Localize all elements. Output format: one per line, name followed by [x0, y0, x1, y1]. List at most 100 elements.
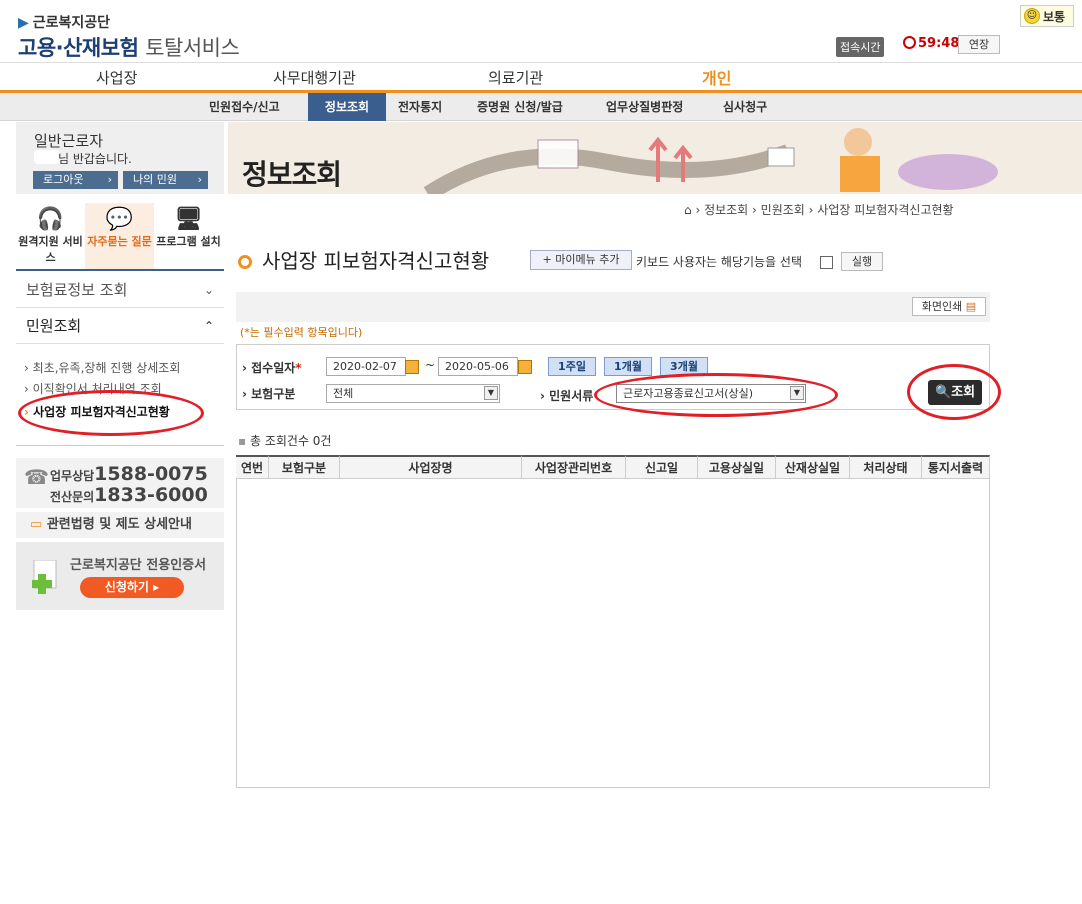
play-icon: ▸ — [153, 580, 160, 594]
doc-label-text: 민원서류 — [549, 389, 594, 403]
service-main: 고용·산재보험 — [18, 36, 139, 60]
phone-icon: ☎ — [24, 465, 49, 489]
mood-label: 보통 — [1043, 9, 1066, 24]
service-sub: 토탈서비스 — [145, 36, 240, 60]
page-banner — [228, 122, 1082, 194]
breadcrumb-item[interactable]: 민원조회 — [761, 203, 805, 217]
col-header-workplace-number: 사업장관리번호 — [522, 455, 626, 479]
annotation-circle — [594, 373, 838, 417]
menu-label: 보험료정보 조회 — [26, 281, 128, 299]
phone-label: 전산문의 — [50, 490, 95, 504]
print-bar — [236, 292, 990, 322]
run-button[interactable]: 실행 — [841, 252, 883, 271]
period-1month-button[interactable]: 1개월 — [604, 357, 652, 376]
phone-number: 1588-0075 — [94, 463, 208, 485]
quick-label: 프로그램 설치 — [156, 235, 221, 248]
sub-nav-info-inquiry[interactable]: 정보조회 — [308, 93, 386, 121]
chevron-down-icon: ⌄ — [203, 283, 214, 297]
sub-nav-disease-judgment[interactable]: 업무상질병판정 — [596, 93, 693, 121]
extend-session-button[interactable]: 연장 — [958, 35, 1000, 54]
print-label: 화면인쇄 — [921, 300, 963, 313]
menu-civil-inquiry[interactable]: 민원조회 ⌃ — [16, 308, 224, 344]
clock-icon — [903, 36, 916, 49]
law-guide-link[interactable]: ▭ 관련법령 및 제도 상세안내 — [16, 512, 224, 538]
chat-icon: 💬 — [105, 207, 134, 232]
cert-button-label: 신청하기 — [104, 580, 149, 594]
top-nav-medical[interactable]: 의료기관 — [488, 67, 543, 88]
page-title: 정보조회 — [242, 158, 342, 191]
sub-nav-certificate[interactable]: 증명원 신청/발급 — [467, 93, 573, 121]
calendar-icon[interactable] — [518, 360, 532, 374]
circle-bullet-icon — [238, 255, 252, 269]
top-nav-agency[interactable]: 사무대행기관 — [273, 67, 356, 88]
date-to-input[interactable]: 2020-05-06 — [438, 357, 518, 376]
period-1week-button[interactable]: 1주일 — [548, 357, 596, 376]
breadcrumb-item: 사업장 피보험자격신고현황 — [817, 203, 954, 217]
menu-insurance-info[interactable]: 보험료정보 조회 ⌄ — [16, 272, 224, 308]
session-label: 접속시간 — [836, 37, 885, 57]
sidebar-item-progress-detail[interactable]: › 최초,유족,장해 진행 상세조회 — [24, 359, 180, 376]
sub-nav-civil-filing[interactable]: 민원접수/신고 — [199, 93, 290, 121]
certificate-apply-button[interactable]: 신청하기 ▸ — [80, 577, 184, 598]
insurance-select[interactable]: 전체 — [326, 384, 500, 403]
mood-widget[interactable]: ☺ 보통 — [1020, 5, 1074, 27]
phone-line-1: 업무상담1588-0075 — [50, 463, 208, 485]
chevron-down-icon[interactable]: ▼ — [484, 386, 498, 400]
banner-illustration-icon — [423, 128, 998, 194]
total-count: ▪ 총 조회건수 0건 — [238, 432, 331, 449]
required-note: (*는 필수입력 항목입니다) — [240, 326, 363, 339]
section-title-text: 사업장 피보험자격신고현황 — [262, 249, 490, 273]
quick-program-install[interactable]: 🖥 프로그램 설치 — [154, 203, 223, 269]
breadcrumb-item[interactable]: 정보조회 — [704, 203, 748, 217]
col-header-report-date: 신고일 — [626, 455, 698, 479]
printer-icon: ▤ — [965, 300, 977, 313]
document-plus-icon — [32, 560, 57, 594]
breadcrumb: ⌂ › 정보조회 › 민원조회 › 사업장 피보험자격신고현황 — [684, 203, 954, 217]
quick-label: 원격지원 서비스 — [18, 235, 83, 264]
agency-logo[interactable]: ▶ 근로복지공단 — [18, 12, 110, 32]
phone-label: 업무상담 — [50, 469, 95, 483]
insurance-label-text: 보험구분 — [251, 387, 296, 401]
sub-nav-e-notice[interactable]: 전자통지 — [388, 93, 452, 121]
logo-mark-icon: ▶ — [18, 15, 29, 31]
date-range-separator: ~ — [425, 358, 436, 372]
quick-label: 자주묻는 질문 — [87, 235, 152, 248]
col-header-workplace-name: 사업장명 — [340, 455, 522, 479]
laptop-icon: ▭ — [30, 517, 43, 532]
chevron-up-icon: ⌃ — [203, 319, 214, 333]
logout-button[interactable]: 로그아웃 › — [33, 171, 118, 189]
insurance-label: › 보험구분 — [242, 387, 296, 401]
date-from-input[interactable]: 2020-02-07 — [326, 357, 406, 376]
user-type: 일반근로자 — [34, 132, 104, 150]
service-title[interactable]: 고용·산재보험 토탈서비스 — [18, 32, 240, 62]
arrow-right-icon: › — [197, 173, 202, 186]
quick-remote-support[interactable]: 🎧 원격지원 서비스 — [16, 203, 85, 269]
annotation-circle — [907, 364, 1001, 420]
logout-label: 로그아웃 — [43, 173, 84, 186]
sub-nav: 민원접수/신고 정보조회 전자통지 증명원 신청/발급 업무상질병판정 심사청구 — [0, 93, 1082, 121]
sub-nav-appeal[interactable]: 심사청구 — [713, 93, 777, 121]
law-link-label: 관련법령 및 제도 상세안내 — [46, 517, 192, 532]
top-nav-personal[interactable]: 개인 — [702, 65, 731, 89]
keyboard-select-checkbox[interactable] — [820, 256, 833, 269]
col-header-no: 연번 — [236, 455, 269, 479]
session-timer: 59:48 — [918, 36, 960, 51]
phone-number: 1833-6000 — [94, 484, 208, 506]
home-icon[interactable]: ⌂ — [684, 203, 692, 217]
result-table — [236, 455, 990, 788]
quick-links: 🎧 원격지원 서비스 💬 자주묻는 질문 🖥 프로그램 설치 — [16, 203, 224, 271]
date-label: › 접수일자* — [242, 361, 302, 375]
quick-faq[interactable]: 💬 자주묻는 질문 — [85, 203, 154, 269]
col-header-injury-loss: 산재상실일 — [776, 455, 850, 479]
section-title: 사업장 피보험자격신고현황 — [238, 245, 489, 274]
sidebar-divider — [16, 445, 224, 446]
headset-icon: 🎧 — [36, 207, 65, 232]
calendar-icon[interactable] — [405, 360, 419, 374]
monitor-icon: 🖥 — [174, 207, 203, 232]
add-mymenu-button[interactable]: + 마이메뉴 추가 — [530, 250, 632, 270]
my-civil-button[interactable]: 나의 민원 › — [123, 171, 208, 189]
doc-label: › 민원서류 — [540, 389, 594, 403]
top-nav-workplace[interactable]: 사업장 — [96, 67, 137, 88]
col-header-employment-loss: 고용상실일 — [698, 455, 776, 479]
print-screen-button[interactable]: 화면인쇄 ▤ — [912, 297, 986, 316]
